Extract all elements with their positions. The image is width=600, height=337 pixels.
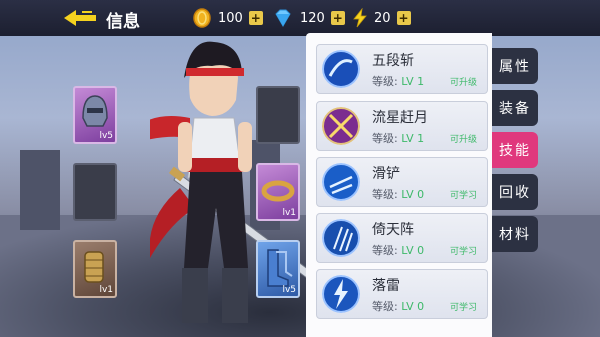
skill-level-label: 等级:: [372, 75, 398, 88]
back-arrow-icon[interactable]: [62, 8, 98, 28]
skill-status: 可学习: [449, 247, 477, 257]
skills-panel: 五段斩 等级: LV 1 可升级 流星赶月 等级: LV 1 可升级 滑铲 等级…: [306, 33, 492, 337]
skill-level-value: LV 0: [401, 244, 425, 257]
skill-level: 等级: LV 0: [372, 242, 424, 258]
skill-status: 可学习: [449, 191, 477, 201]
tab-equipment[interactable]: 装备: [492, 90, 538, 126]
add-diamond-button[interactable]: +: [330, 11, 345, 25]
skill-level-label: 等级:: [372, 244, 398, 257]
diamond-icon: [275, 9, 291, 27]
skill-card[interactable]: 五段斩 等级: LV 1 可升级: [316, 44, 488, 94]
energy-value: 20: [374, 10, 391, 26]
skill-level-value: LV 0: [401, 188, 425, 201]
skill-level: 等级: LV 0: [372, 298, 424, 314]
skill-status: 可学习: [449, 303, 477, 313]
skill-name: 落雷: [372, 278, 400, 294]
skill-name: 倚天阵: [372, 222, 414, 238]
equip-slot-ring[interactable]: lv1: [256, 163, 300, 221]
add-energy-button[interactable]: +: [396, 11, 411, 25]
skill-level: 等级: LV 0: [372, 186, 424, 202]
skill-name: 流星赶月: [372, 110, 428, 126]
lightning-energy-icon: [353, 8, 367, 28]
slide-skill-icon: [322, 163, 360, 201]
tab-attributes[interactable]: 属性: [492, 48, 538, 84]
equip-slot-empty[interactable]: [73, 163, 117, 221]
equip-level: lv5: [282, 285, 296, 295]
sword-array-skill-icon: [322, 219, 360, 257]
meteor-cross-skill-icon: [322, 107, 360, 145]
skill-level-label: 等级:: [372, 188, 398, 201]
equip-slot-boots[interactable]: lv5: [256, 240, 300, 298]
skill-level: 等级: LV 1: [372, 130, 424, 146]
skill-name: 五段斩: [372, 53, 414, 69]
equip-level: lv5: [99, 131, 113, 141]
skill-level-value: LV 1: [401, 132, 425, 145]
gold-counter: 100 +: [192, 8, 263, 28]
blue-slash-skill-icon: [322, 50, 360, 88]
skill-level: 等级: LV 1: [372, 73, 424, 89]
skill-card[interactable]: 倚天阵 等级: LV 0 可学习: [316, 213, 488, 263]
equip-level: lv1: [282, 208, 296, 218]
page-title: 信息: [106, 12, 140, 32]
diamond-counter: 120 +: [272, 8, 345, 28]
skill-card[interactable]: 流星赶月 等级: LV 1 可升级: [316, 101, 488, 151]
skill-card[interactable]: 滑铲 等级: LV 0 可学习: [316, 157, 488, 207]
skill-level-label: 等级:: [372, 300, 398, 313]
equip-slot-helmet[interactable]: lv5: [73, 86, 117, 144]
skill-level-value: LV 0: [401, 300, 425, 313]
equip-level: lv1: [99, 285, 113, 295]
background-pillar: [20, 150, 60, 230]
skill-status: 可升级: [449, 135, 477, 145]
gold-coin-icon: [193, 8, 211, 28]
diamond-value: 120: [300, 10, 325, 26]
add-gold-button[interactable]: +: [248, 11, 263, 25]
equip-slot-bracer[interactable]: lv1: [73, 240, 117, 298]
energy-counter: 20 +: [352, 8, 411, 28]
tab-skills[interactable]: 技能: [492, 132, 538, 168]
tab-materials[interactable]: 材料: [492, 216, 538, 252]
skill-status: 可升级: [449, 78, 477, 88]
skill-level-label: 等级:: [372, 132, 398, 145]
skill-level-value: LV 1: [401, 75, 425, 88]
skill-card[interactable]: 落雷 等级: LV 0 可学习: [316, 269, 488, 319]
top-bar: 信息 100 + 120 + 20 +: [0, 0, 600, 36]
gold-value: 100: [218, 10, 243, 26]
equip-slot-empty[interactable]: [256, 86, 300, 144]
skill-name: 滑铲: [372, 166, 400, 182]
tab-recycle[interactable]: 回收: [492, 174, 538, 210]
lightning-strike-skill-icon: [322, 275, 360, 313]
